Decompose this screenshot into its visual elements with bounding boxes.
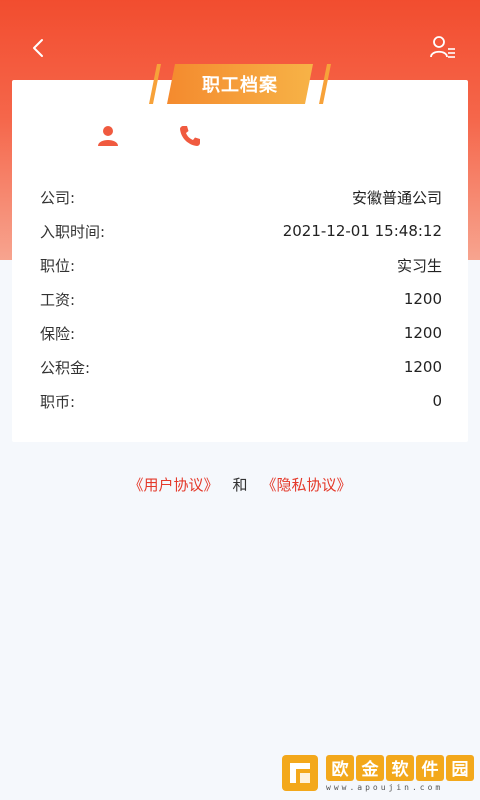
info-value: 1200 [403, 324, 442, 342]
watermark-char: 软 [386, 754, 414, 781]
info-label: 公司: [40, 188, 76, 207]
user-menu-button[interactable] [426, 30, 460, 64]
watermark-char: 件 [416, 754, 444, 781]
watermark-char: 金 [356, 754, 384, 781]
watermark-char: 欧 [326, 754, 354, 781]
info-label: 职位: [40, 256, 76, 275]
info-row-housing-fund: 公积金: 1200 [40, 352, 442, 382]
info-row-position: 职位: 实习生 [40, 250, 442, 280]
info-row-salary: 工资: 1200 [40, 284, 442, 314]
person-icon [98, 126, 118, 146]
info-value: 实习生 [396, 256, 442, 275]
agreements: 《用户协议》 和 《隐私协议》 [0, 470, 480, 498]
info-value: 1200 [403, 290, 442, 308]
info-label: 保险: [40, 324, 76, 343]
info-value: 1200 [403, 358, 442, 376]
info-row-coins: 职币: 0 [40, 386, 442, 416]
agreements-and-text: 和 [232, 475, 248, 494]
contact-person-button[interactable] [96, 124, 120, 148]
title-badge: 职工档案 [145, 62, 335, 106]
info-value: 0 [432, 392, 442, 410]
watermark: 欧 金 软 件 园 www.apoujin.com [280, 750, 476, 796]
page-title: 职工档案 [202, 75, 278, 96]
back-button[interactable] [22, 32, 54, 64]
chevron-left-icon [33, 39, 43, 57]
user-agreement-link[interactable]: 《用户协议》 [128, 474, 218, 495]
info-row-insurance: 保险: 1200 [40, 318, 442, 348]
user-list-icon [430, 36, 455, 58]
watermark-char: 园 [446, 754, 474, 781]
info-row-company: 公司: 安徽普通公司 [40, 182, 442, 212]
info-label: 职币: [40, 392, 76, 411]
phone-icon [180, 126, 200, 146]
info-label: 入职时间: [40, 222, 106, 241]
info-label: 公积金: [40, 358, 91, 377]
privacy-agreement-link[interactable]: 《隐私协议》 [262, 474, 352, 495]
contact-phone-button[interactable] [178, 124, 202, 148]
info-value: 安徽普通公司 [351, 188, 442, 207]
info-value: 2021-12-01 15:48:12 [282, 222, 442, 240]
watermark-url: www.apoujin.com [326, 782, 444, 792]
info-label: 工资: [40, 290, 76, 309]
info-row-hire-date: 入职时间: 2021-12-01 15:48:12 [40, 216, 442, 246]
watermark-logo-icon [282, 755, 318, 791]
